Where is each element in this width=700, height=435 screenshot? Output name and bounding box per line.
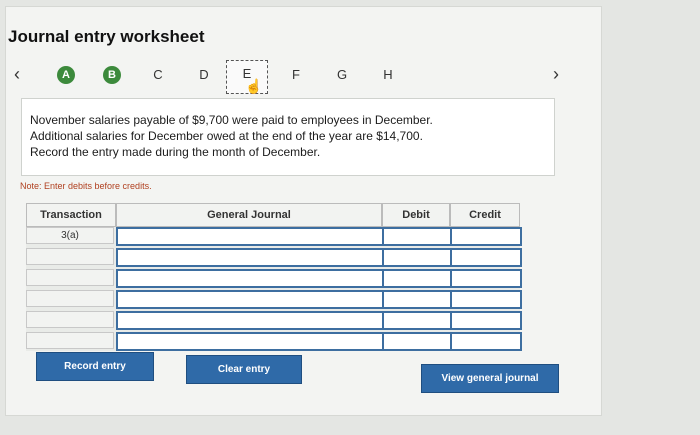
problem-line-1: November salaries payable of $9,700 were… [30, 113, 433, 127]
header-credit: Credit [450, 203, 520, 227]
chevron-right-icon[interactable]: › [553, 64, 559, 84]
debit-input[interactable] [382, 227, 452, 246]
problem-line-2: Additional salaries for December owed at… [30, 129, 423, 143]
header-transaction: Transaction [26, 203, 116, 227]
transaction-cell [26, 248, 114, 265]
credit-input[interactable] [450, 290, 522, 309]
account-select[interactable] [116, 227, 384, 246]
account-select[interactable] [116, 269, 384, 288]
table-row: 3(a) [26, 227, 522, 246]
step-e[interactable]: E ☝ [226, 60, 268, 94]
transaction-cell [26, 332, 114, 349]
table-row [26, 332, 522, 351]
account-select[interactable] [116, 290, 384, 309]
debit-input[interactable] [382, 311, 452, 330]
problem-line-3: Record the entry made during the month o… [30, 145, 321, 159]
credit-input[interactable] [450, 248, 522, 267]
debit-input[interactable] [382, 332, 452, 351]
table-row [26, 269, 522, 288]
header-debit: Debit [382, 203, 450, 227]
debit-input[interactable] [382, 248, 452, 267]
account-select[interactable] [116, 248, 384, 267]
record-entry-button[interactable]: Record entry [36, 352, 154, 381]
table-row [26, 248, 522, 267]
transaction-cell: 3(a) [26, 227, 114, 244]
journal-table: Transaction General Journal Debit Credit… [26, 203, 522, 351]
transaction-cell [26, 269, 114, 286]
page-title: Journal entry worksheet [8, 27, 205, 46]
hand-pointer-icon: ☝ [245, 78, 263, 94]
table-row [26, 290, 522, 309]
view-general-journal-button[interactable]: View general journal [421, 364, 559, 393]
credit-input[interactable] [450, 269, 522, 288]
step-f[interactable]: F [287, 66, 305, 84]
credit-input[interactable] [450, 332, 522, 351]
table-row [26, 311, 522, 330]
step-b[interactable]: B [103, 66, 121, 84]
transaction-cell [26, 311, 114, 328]
step-c[interactable]: C [149, 66, 167, 84]
account-select[interactable] [116, 311, 384, 330]
note-text: Note: Enter debits before credits. [20, 181, 152, 191]
credit-input[interactable] [450, 311, 522, 330]
credit-input[interactable] [450, 227, 522, 246]
header-general-journal: General Journal [116, 203, 382, 227]
step-d[interactable]: D [195, 66, 213, 84]
problem-statement: November salaries payable of $9,700 were… [21, 98, 555, 176]
account-select[interactable] [116, 332, 384, 351]
debit-input[interactable] [382, 269, 452, 288]
transaction-cell [26, 290, 114, 307]
chevron-left-icon[interactable]: ‹ [14, 64, 20, 84]
step-a[interactable]: A [57, 66, 75, 84]
step-h[interactable]: H [379, 66, 397, 84]
clear-entry-button[interactable]: Clear entry [186, 355, 302, 384]
debit-input[interactable] [382, 290, 452, 309]
step-g[interactable]: G [333, 66, 351, 84]
